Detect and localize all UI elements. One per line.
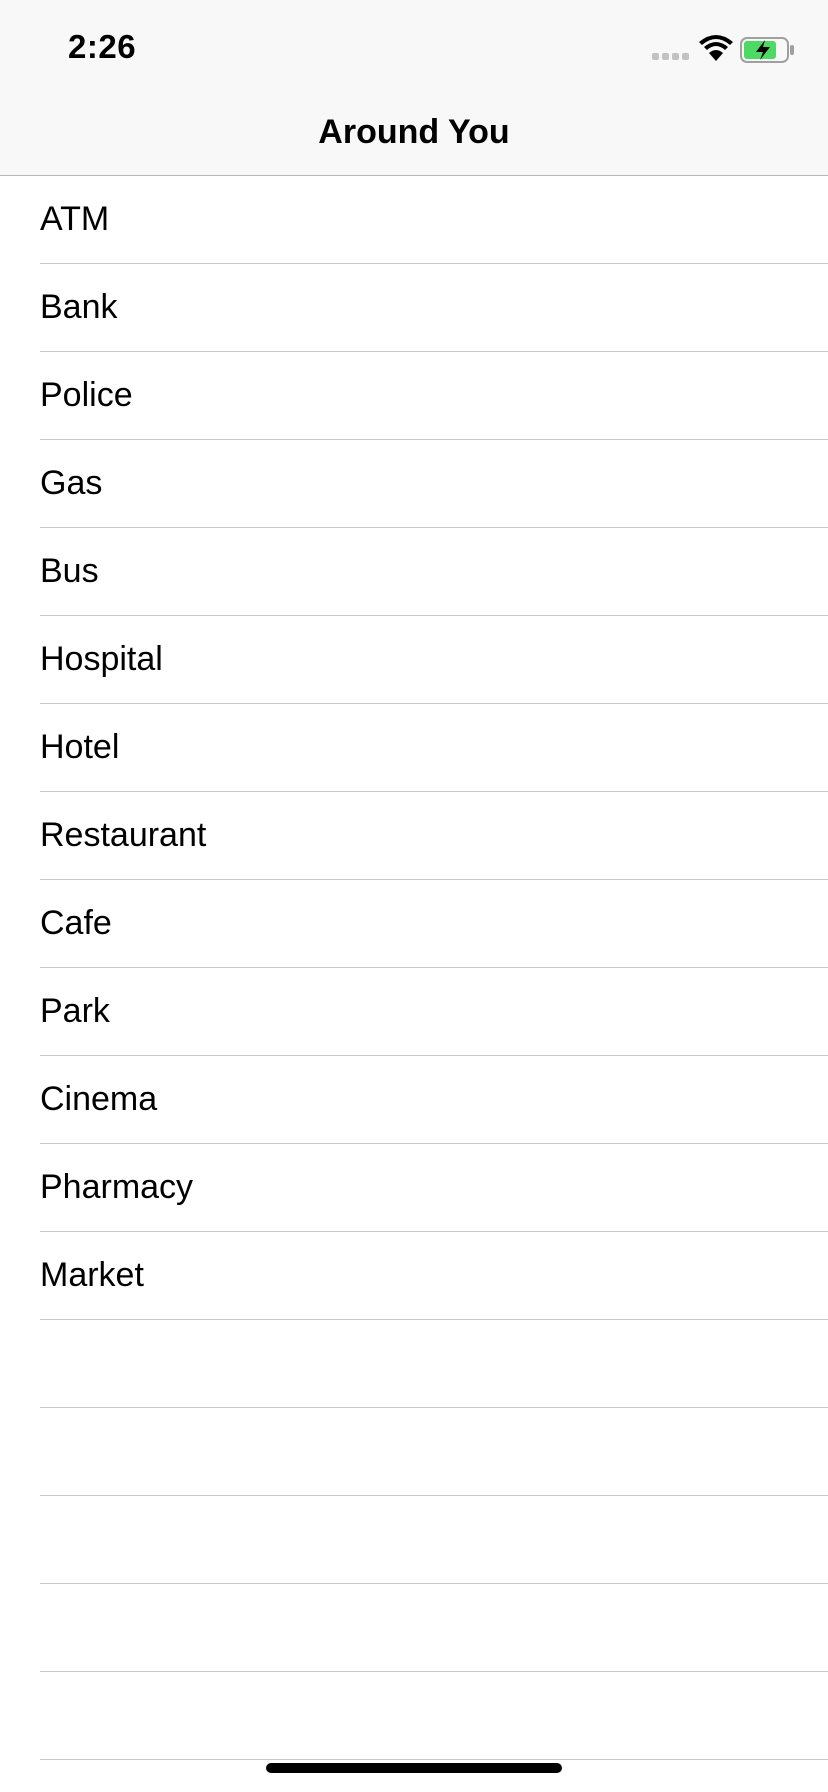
empty-list-row: [0, 1408, 828, 1496]
list-item-cafe[interactable]: Cafe: [0, 880, 828, 968]
list-item-label: Gas: [40, 464, 103, 502]
list-item-hospital[interactable]: Hospital: [0, 616, 828, 704]
list-item-label: ATM: [40, 200, 110, 238]
list-item-cinema[interactable]: Cinema: [0, 1056, 828, 1144]
list-item-restaurant[interactable]: Restaurant: [0, 792, 828, 880]
page-title: Around You: [318, 113, 510, 151]
list-item-police[interactable]: Police: [0, 352, 828, 440]
home-indicator[interactable]: [266, 1763, 562, 1773]
empty-list-row: [0, 1320, 828, 1408]
empty-list-row: [0, 1496, 828, 1584]
places-list: ATM Bank Police Gas Bus Hospital Hotel R…: [0, 176, 828, 1760]
list-item-atm[interactable]: ATM: [0, 176, 828, 264]
list-item-label: Police: [40, 376, 133, 414]
list-item-pharmacy[interactable]: Pharmacy: [0, 1144, 828, 1232]
wifi-icon: [699, 35, 733, 61]
cellular-signal-icon: [652, 53, 689, 60]
list-item-label: Park: [40, 992, 110, 1030]
empty-list-row: [0, 1584, 828, 1672]
list-item-bank[interactable]: Bank: [0, 264, 828, 352]
list-item-label: Pharmacy: [40, 1168, 194, 1206]
list-item-market[interactable]: Market: [0, 1232, 828, 1320]
list-item-label: Hotel: [40, 728, 120, 766]
list-item-label: Cinema: [40, 1080, 158, 1118]
empty-list-row: [0, 1672, 828, 1760]
list-item-bus[interactable]: Bus: [0, 528, 828, 616]
list-item-gas[interactable]: Gas: [0, 440, 828, 528]
list-item-park[interactable]: Park: [0, 968, 828, 1056]
list-item-label: Bank: [40, 288, 118, 326]
navigation-bar: 2:26 Around You: [0, 0, 828, 176]
list-item-label: Hospital: [40, 640, 163, 678]
status-time: 2:26: [68, 28, 137, 65]
list-item-label: Bus: [40, 552, 99, 590]
list-item-label: Restaurant: [40, 816, 207, 854]
list-item-label: Cafe: [40, 904, 112, 942]
list-item-hotel[interactable]: Hotel: [0, 704, 828, 792]
list-item-label: Market: [40, 1256, 144, 1294]
battery-charging-icon: [740, 37, 794, 63]
